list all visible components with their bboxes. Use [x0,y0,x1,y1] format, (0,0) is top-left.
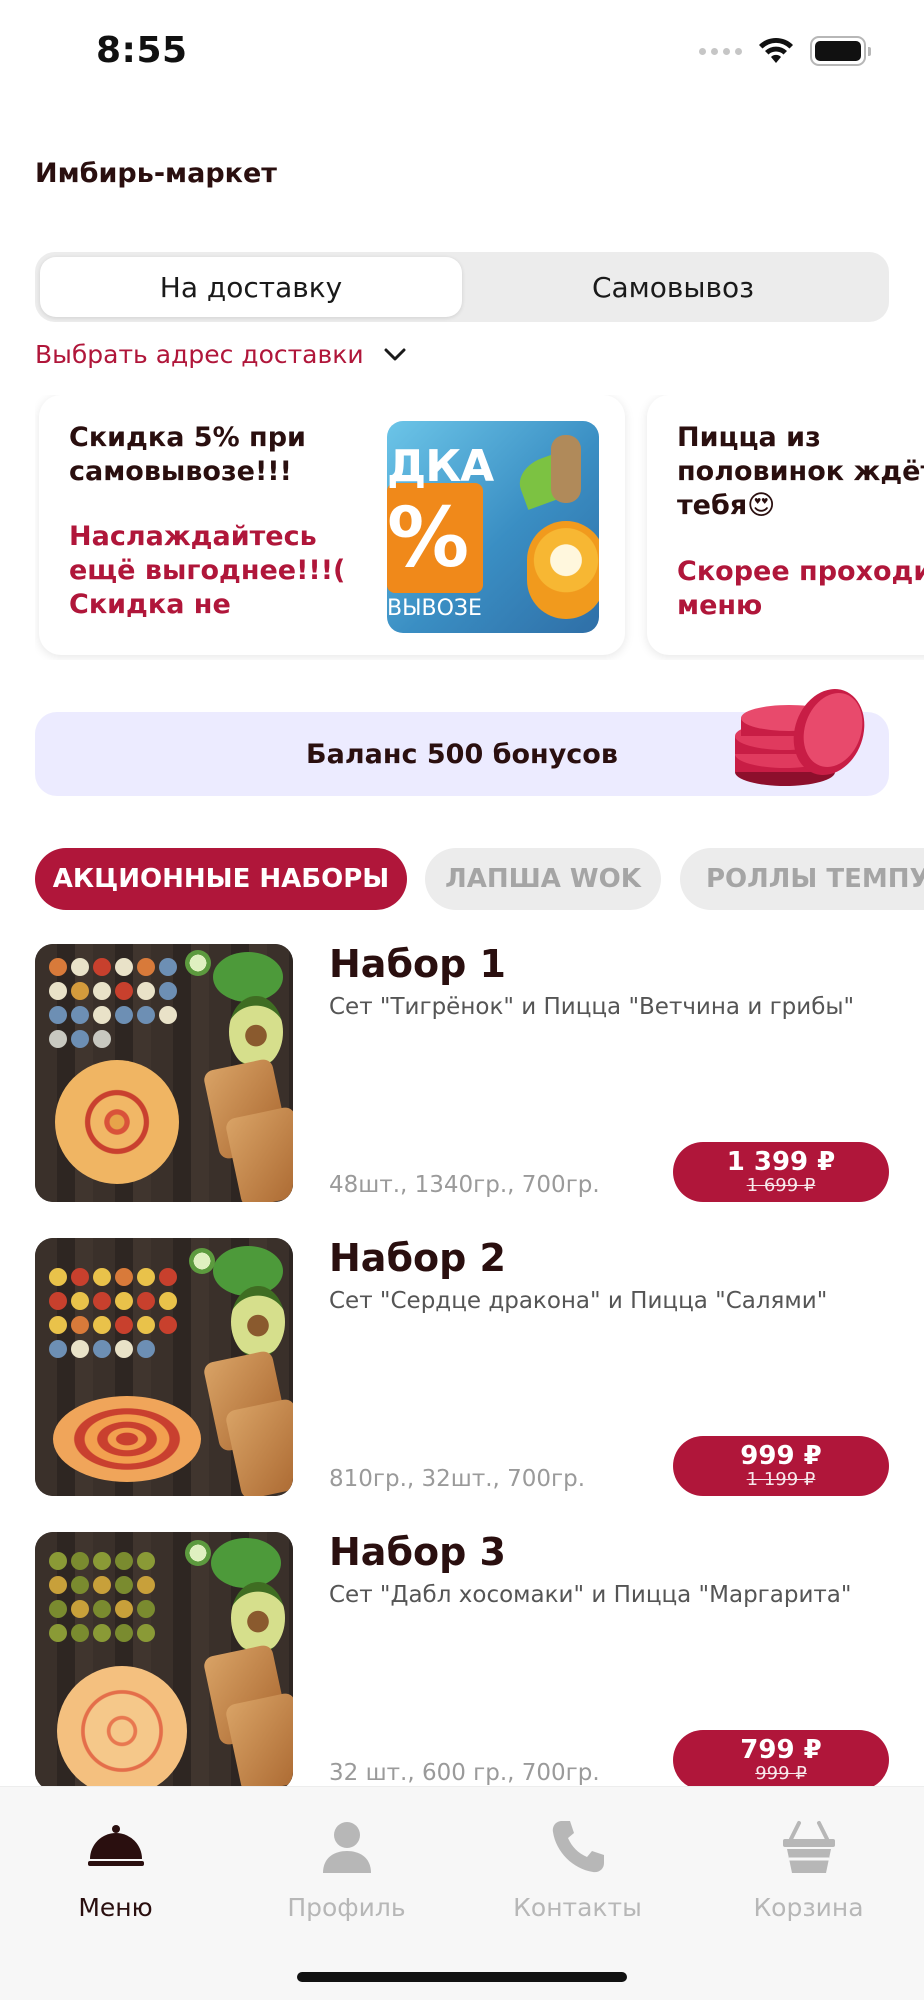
category-tabs: АКЦИОННЫЕ НАБОРЫ ЛАПША WOK РОЛЛЫ ТЕМПУРА [35,848,924,912]
product-card[interactable]: Набор 2 Сет "Сердце дракона" и Пицца "Са… [35,1236,889,1500]
tab-profile[interactable]: Профиль [231,1815,462,1922]
home-indicator [297,1972,627,1982]
product-card[interactable]: Набор 1 Сет "Тигрёнок" и Пицца "Ветчина … [35,942,889,1206]
add-to-cart-price-button[interactable]: 1 399 ₽ 1 699 ₽ [673,1142,889,1202]
product-image [35,944,293,1202]
price-old: 999 ₽ [755,1763,807,1784]
promo-title: Пицца из половинок ждёт тебя😍 [677,422,924,521]
tab-label: Корзина [753,1893,864,1922]
product-name: Набор 1 [329,942,506,986]
price-current: 799 ₽ [740,1735,822,1765]
product-name: Набор 3 [329,1532,506,1574]
price-current: 999 ₽ [740,1441,822,1471]
tab-contacts[interactable]: Контакты [462,1815,693,1922]
product-image [35,1532,293,1786]
pickup-option[interactable]: Самовывоз [462,257,884,317]
product-description: Сет "Сердце дракона" и Пицца "Салями" [329,1288,828,1314]
delivery-option[interactable]: На доставку [40,257,462,317]
tab-menu[interactable]: Меню [0,1815,231,1922]
product-weight: 810гр., 32шт., 700гр. [329,1466,586,1492]
phone-icon [552,1821,604,1873]
promo-image-caption: ВЫВОЗЕ [387,596,482,621]
promo-card[interactable]: Скидка 5% при самовывозе!!! Наслаждайтес… [39,395,625,655]
profile-icon [322,1822,371,1873]
battery-icon [810,36,871,66]
add-to-cart-price-button[interactable]: 799 ₽ 999 ₽ [673,1730,889,1786]
promo-description: Наслаждайтесь ещё выгоднее!!!( Скидка не… [69,521,346,620]
status-time: 8:55 [96,30,188,71]
price-current: 1 399 ₽ [726,1147,836,1177]
tab-label: Профиль [287,1893,406,1922]
address-label: Выбрать адрес доставки [35,340,364,369]
bonus-label: Баланс 500 бонусов [306,738,618,770]
product-card[interactable]: Набор 3 Сет "Дабл хосомаки" и Пицца "Мар… [35,1532,889,1786]
promo-title: Скидка 5% при самовывозе!!! [69,422,306,487]
bottom-tab-bar: Меню Профиль Контакты Корзина [0,1786,924,2000]
category-tab[interactable]: РОЛЛЫ ТЕМПУРА [680,848,924,910]
shop-name: Имбирь-маркет [35,158,277,189]
delivery-mode-toggle: На доставку Самовывоз [35,252,889,322]
cloche-icon [87,1825,144,1866]
price-old: 1 199 ₽ [746,1469,816,1490]
product-weight: 32 шт., 600 гр., 700гр. [329,1760,600,1786]
category-tab[interactable]: ЛАПША WOK [425,848,661,910]
add-to-cart-price-button[interactable]: 999 ₽ 1 199 ₽ [673,1436,889,1496]
product-image [35,1238,293,1496]
address-selector[interactable]: Выбрать адрес доставки [35,340,406,369]
category-tab[interactable]: АКЦИОННЫЕ НАБОРЫ [35,848,407,910]
wifi-icon [759,37,793,63]
cellular-signal-icon [699,47,742,55]
coins-icon [735,689,865,786]
product-description: Сет "Дабл хосомаки" и Пицца "Маргарита" [329,1582,852,1608]
chevron-down-icon [384,348,406,360]
status-bar: 8:55 [0,0,924,110]
tab-label: Контакты [513,1893,642,1922]
promo-image-percent: % [387,491,470,586]
promo-description: Скорее проходи в меню [677,556,924,621]
promo-image-text: ДКА [387,441,494,492]
product-description: Сет "Тигрёнок" и Пицца "Ветчина и грибы" [329,994,855,1020]
promo-image: ДКА % ВЫВОЗЕ [387,421,599,633]
price-old: 1 699 ₽ [746,1175,816,1196]
status-icons [699,36,871,66]
tab-label: Меню [78,1893,153,1922]
promo-carousel[interactable]: Скидка 5% при самовывозе!!! Наслаждайтес… [35,395,924,660]
basket-icon [782,1821,835,1873]
product-name: Набор 2 [329,1236,506,1280]
product-weight: 48шт., 1340гр., 700гр. [329,1172,600,1198]
tab-cart[interactable]: Корзина [693,1815,924,1922]
promo-card[interactable]: Пицца из половинок ждёт тебя😍 Скорее про… [647,395,924,655]
